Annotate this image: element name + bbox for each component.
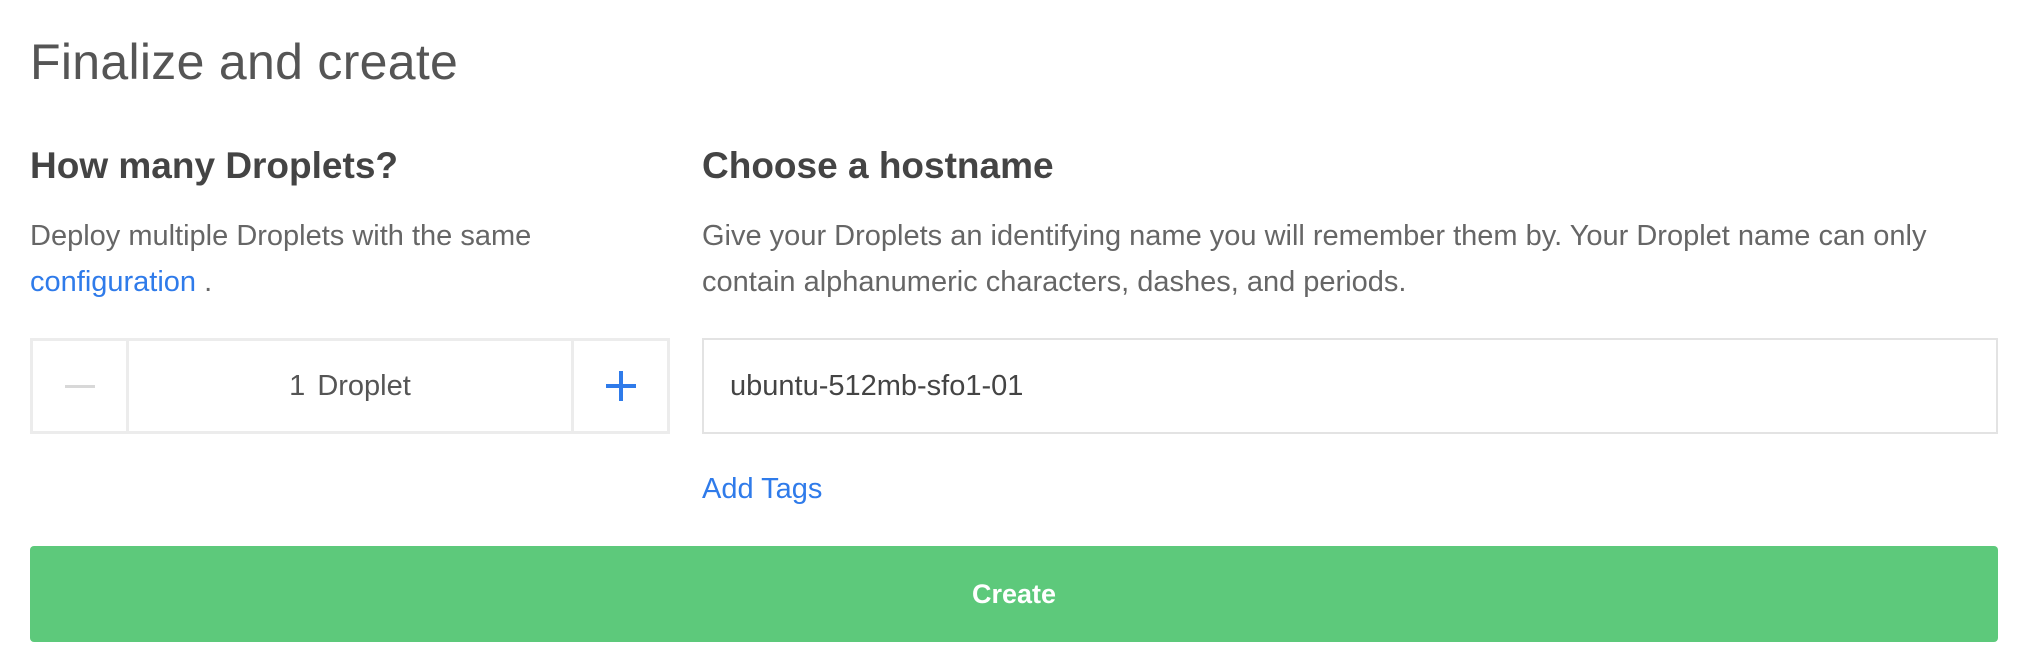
plus-icon bbox=[605, 371, 636, 401]
add-tags-link[interactable]: Add Tags bbox=[702, 466, 822, 512]
hostname-input[interactable] bbox=[702, 338, 1998, 434]
droplet-count-value: 1 bbox=[289, 369, 306, 402]
droplet-count-unit: Droplet bbox=[317, 369, 411, 402]
hostname-heading: Choose a hostname bbox=[702, 145, 1054, 186]
hostname-description: Give your Droplets an identifying name y… bbox=[702, 220, 1927, 298]
description-trailing-text: . bbox=[196, 266, 213, 298]
configuration-link[interactable]: configuration bbox=[30, 266, 196, 298]
minus-icon bbox=[64, 384, 95, 388]
droplet-count-description-text: Deploy multiple Droplets with the same bbox=[30, 220, 532, 252]
increment-button[interactable] bbox=[571, 341, 667, 431]
droplet-quantity-stepper: 1 Droplet bbox=[30, 338, 670, 434]
create-button[interactable]: Create bbox=[30, 546, 1998, 642]
page-title: Finalize and create bbox=[30, 34, 459, 90]
droplet-count-display: 1 Droplet bbox=[129, 341, 571, 431]
droplet-count-heading: How many Droplets? bbox=[30, 145, 398, 186]
droplet-count-description: Deploy multiple Droplets with the same c… bbox=[30, 213, 670, 305]
decrement-button[interactable] bbox=[33, 341, 129, 431]
